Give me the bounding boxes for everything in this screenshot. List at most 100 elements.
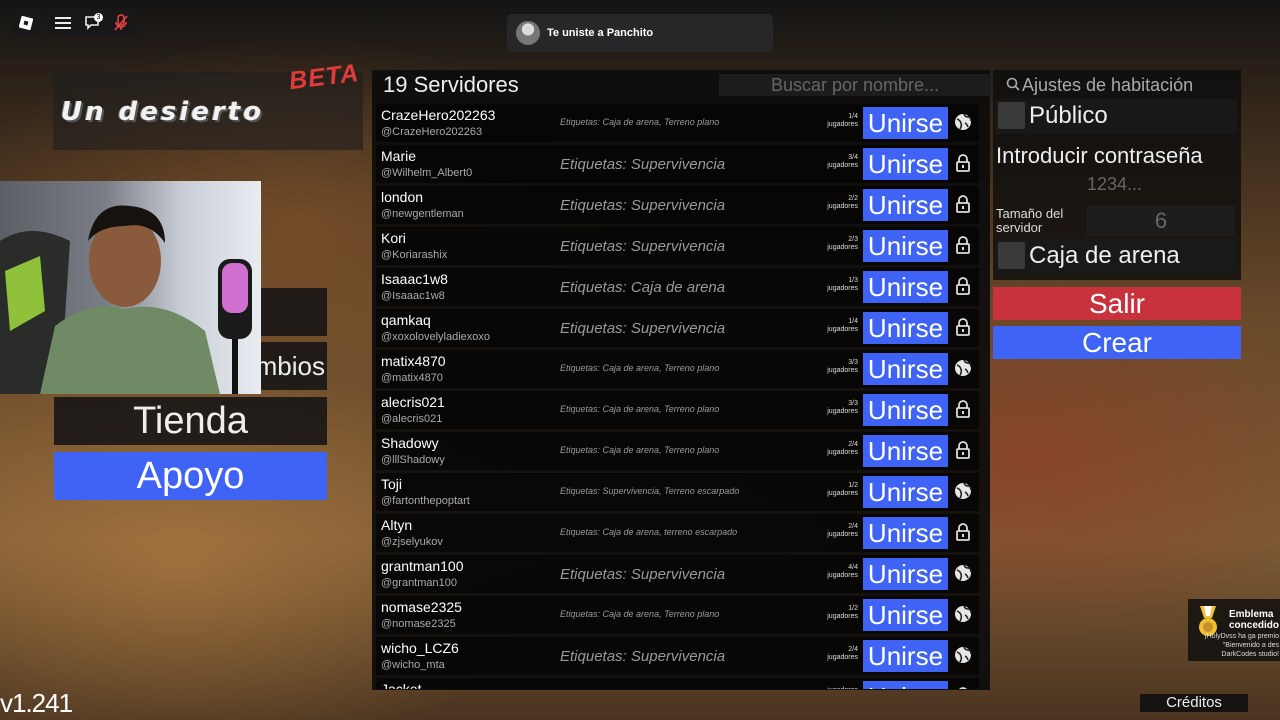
join-button[interactable]: Unirse	[863, 189, 948, 221]
server-list[interactable]: CrazeHero202263 @CrazeHero202263 Etiquetas…	[376, 104, 979, 689]
create-button[interactable]: Crear	[993, 326, 1241, 359]
join-button[interactable]: Unirse	[863, 230, 948, 262]
server-row: wicho_LCZ6 @wicho_mta Etiquetas: Supervive…	[376, 637, 979, 675]
chat-icon[interactable]: 3	[83, 13, 103, 32]
servers-title: 19 Servidores	[383, 72, 519, 97]
server-tags: Etiquetas: Caja de arena	[560, 279, 726, 296]
server-row: Altyn @zjselyukov Etiquetas: Caja de arena…	[376, 514, 979, 552]
join-button[interactable]: Unirse	[863, 353, 948, 385]
password-input[interactable]: 1234...	[1087, 174, 1142, 195]
server-name: Jacket	[381, 681, 422, 689]
sandbox-toggle[interactable]: Caja de arena	[995, 239, 1237, 274]
player-count: 3/3 jugadores	[806, 359, 858, 375]
server-handle: @CrazeHero202263	[381, 126, 483, 138]
join-button[interactable]: Unirse	[863, 558, 948, 590]
globe-icon	[954, 359, 974, 379]
create-button-label: Crear	[1081, 326, 1152, 358]
server-row: Jacket jugadores Unirse	[376, 678, 979, 689]
player-count-label: jugadores	[827, 572, 858, 579]
notification-text: Te uniste a Panchito	[547, 27, 654, 39]
support-button[interactable]: Apoyo	[54, 452, 327, 500]
server-handle: @Wilhelm_Albert0	[381, 167, 473, 179]
server-row: london @newgentleman Etiquetas: Superviven…	[376, 186, 979, 224]
server-handle: @fartonthepoptart	[381, 495, 470, 507]
server-handle: @Koriarashix	[381, 249, 448, 261]
search-icon	[1006, 75, 1022, 96]
server-handle: @wicho_mta	[381, 659, 445, 671]
player-count-value: 1/2	[848, 482, 858, 489]
credits-button[interactable]: Créditos	[1140, 694, 1248, 712]
server-name: london	[381, 189, 424, 205]
hamburger-menu-icon[interactable]	[55, 15, 71, 31]
server-name: Kori	[381, 230, 406, 246]
join-button[interactable]: Unirse	[863, 517, 948, 549]
join-button[interactable]: Unirse	[863, 148, 948, 180]
player-count-value: 2/2	[848, 195, 858, 202]
server-size-input[interactable]: 6	[1087, 206, 1235, 236]
support-button-label: Apoyo	[136, 454, 245, 497]
server-tags: Etiquetas: Caja de arena, terreno escarp…	[560, 527, 738, 537]
join-button[interactable]: Unirse	[863, 476, 948, 508]
join-button[interactable]: Unirse	[863, 640, 948, 672]
player-count-value: 4/4	[848, 564, 858, 571]
player-count-label: jugadores	[827, 531, 858, 538]
player-count-value: 1/2	[848, 605, 858, 612]
lock-icon	[954, 441, 974, 461]
player-count-value: 3/3	[848, 400, 858, 407]
player-count: 2/3 jugadores	[806, 236, 858, 252]
server-tags: Etiquetas: Supervivencia	[560, 566, 726, 583]
server-handle: @zjselyukov	[381, 536, 443, 548]
player-count-label: jugadores	[827, 244, 858, 251]
player-count-value: 1/4	[848, 113, 858, 120]
microphone-muted-icon[interactable]	[113, 14, 129, 32]
globe-icon	[954, 482, 974, 502]
server-name: nomase2325	[381, 599, 462, 615]
join-button[interactable]: Unirse	[863, 394, 948, 426]
exit-button-label: Salir	[1088, 287, 1145, 319]
join-button[interactable]: Unirse	[863, 681, 948, 689]
join-button[interactable]: Unirse	[863, 312, 948, 344]
server-row: Kori @Koriarashix Etiquetas: Supervivencia…	[376, 227, 979, 265]
lock-icon	[954, 195, 974, 215]
server-row: CrazeHero202263 @CrazeHero202263 Etiquetas…	[376, 104, 979, 142]
join-button[interactable]: Unirse	[863, 435, 948, 467]
player-count-value: 1/3	[848, 277, 858, 284]
server-tags: Etiquetas: Caja de arena, Terreno plano	[560, 609, 720, 619]
join-button[interactable]: Unirse	[863, 599, 948, 631]
server-handle: @alecris021	[381, 413, 443, 425]
server-tags: Etiquetas: Supervivencia	[560, 238, 726, 255]
exit-button[interactable]: Salir	[993, 287, 1241, 320]
server-row: Isaaac1w8 @Isaaac1w8 Etiquetas: Caja de ar…	[376, 268, 979, 306]
server-name: wicho_LCZ6	[381, 640, 459, 656]
lock-icon	[954, 687, 974, 689]
server-name: CrazeHero202263	[381, 107, 496, 123]
player-count-label: jugadores	[827, 367, 858, 374]
lock-icon	[954, 277, 974, 297]
player-count-label: jugadores	[806, 687, 858, 689]
changes-button-label: mbios	[255, 350, 325, 381]
badge-description: ¡HolyDvss ha ga premio "Bienvenido a des…	[1204, 633, 1279, 658]
player-count-value: 3/4	[848, 154, 858, 161]
join-button[interactable]: Unirse	[863, 107, 948, 139]
server-row: grantman100 @grantman100 Etiquetas: Superv…	[376, 555, 979, 593]
player-count-value: 2/3	[848, 236, 858, 243]
player-count-label: jugadores	[827, 490, 858, 497]
player-count: 2/2 jugadores	[806, 195, 858, 211]
server-name: Altyn	[381, 517, 413, 533]
user-avatar	[516, 21, 540, 45]
public-checkbox[interactable]	[998, 102, 1025, 129]
player-count-label: jugadores	[827, 449, 858, 456]
server-tags: Etiquetas: Supervivencia	[560, 197, 726, 214]
player-count: 3/3 jugadores	[806, 400, 858, 416]
sandbox-checkbox[interactable]	[998, 242, 1025, 269]
server-tags: Etiquetas: Supervivencia	[560, 648, 726, 665]
roblox-menu-button[interactable]	[11, 9, 41, 37]
server-row: Marie @Wilhelm_Albert0 Etiquetas: Superviv…	[376, 145, 979, 183]
public-toggle[interactable]: Público	[995, 99, 1237, 134]
server-search-input[interactable]: Buscar por nombre...	[719, 74, 991, 96]
shop-button[interactable]: Tienda	[54, 397, 327, 445]
join-button[interactable]: Unirse	[863, 271, 948, 303]
player-count: 1/3 jugadores	[806, 277, 858, 293]
player-count: 1/4 jugadores	[806, 113, 858, 129]
room-settings-title: Ajustes de habitación	[1006, 75, 1193, 96]
